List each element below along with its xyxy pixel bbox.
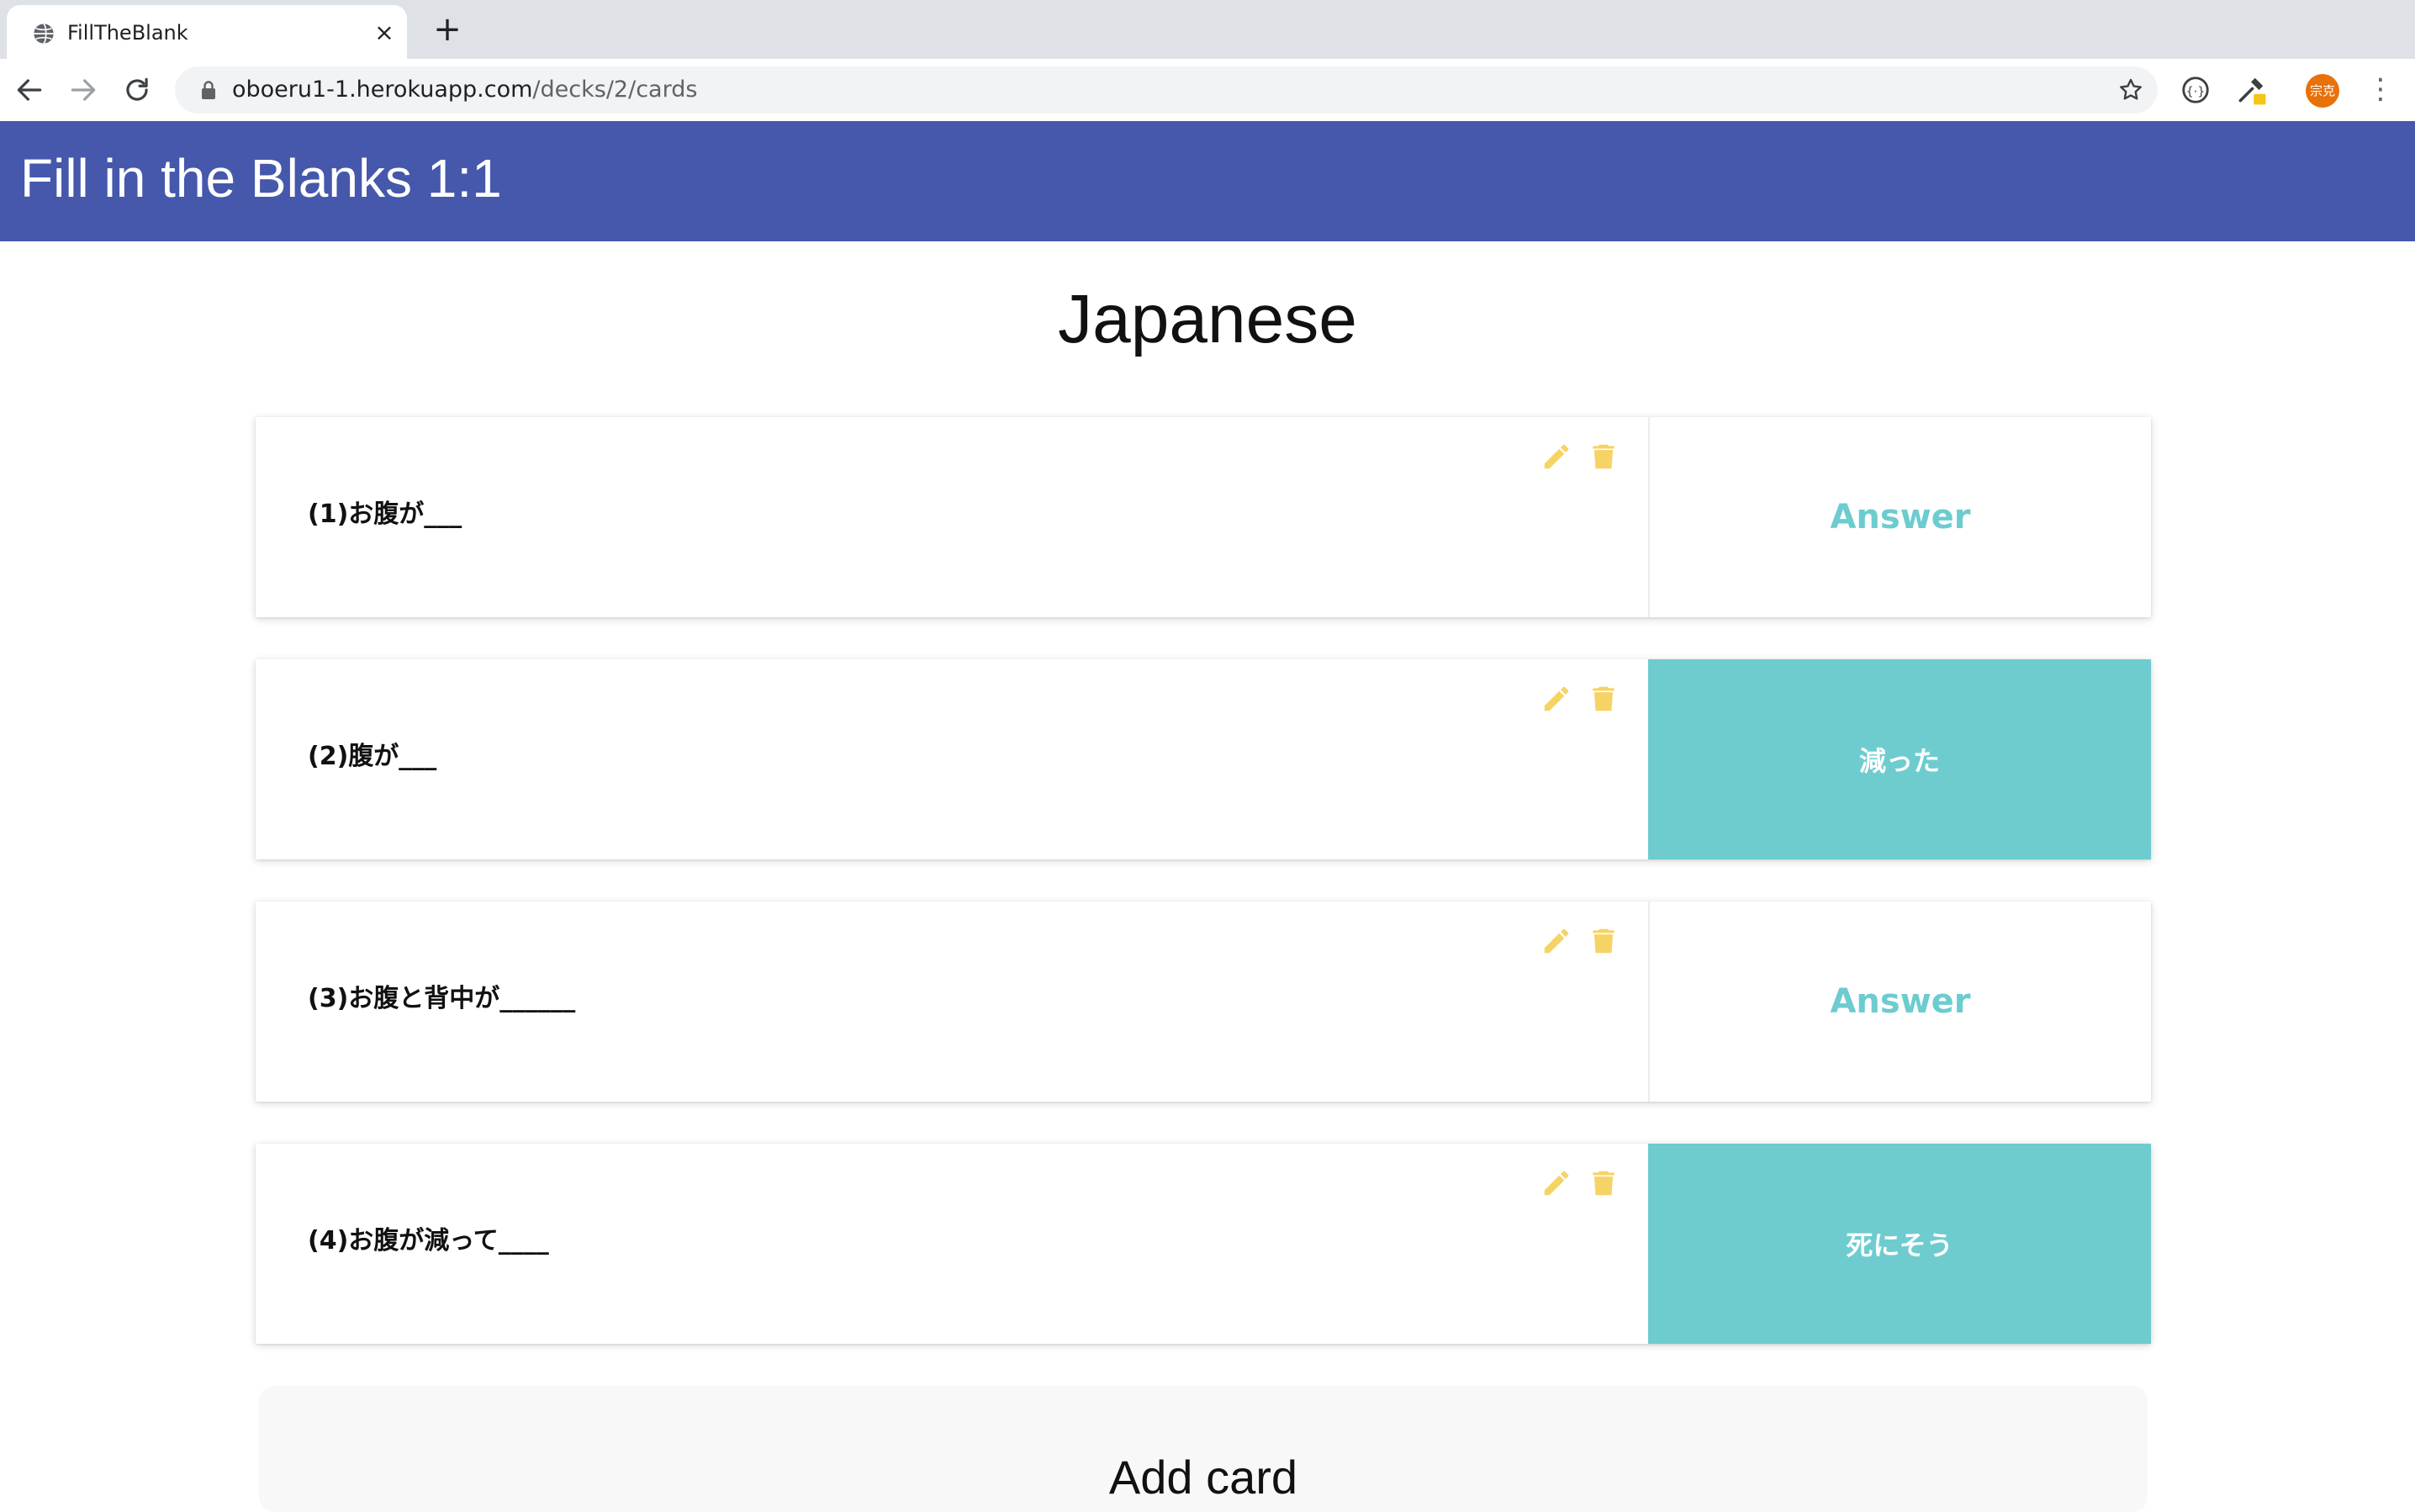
forward-arrow-icon[interactable] [67, 74, 99, 106]
revealed-answer[interactable]: 死にそう [1648, 1144, 2151, 1344]
profile-avatar[interactable]: 宗克 [2306, 74, 2339, 108]
card: (3)お腹と背中が______ Answer [256, 901, 2151, 1102]
url-text: oboeru1-1.herokuapp.com/decks/2/cards [232, 77, 697, 103]
answer-button[interactable]: Answer [1648, 417, 2151, 617]
card-question: (3)お腹と背中が______ [308, 984, 576, 1013]
pencil-icon[interactable] [1540, 441, 1572, 473]
url-path: /decks/2/cards [532, 77, 698, 103]
app-title[interactable]: Fill in the Blanks 1:1 [20, 145, 502, 212]
trash-icon[interactable] [1588, 1167, 1620, 1199]
browser-menu-icon[interactable]: ⋮ [2366, 72, 2395, 108]
tab-title: FillTheBlank [67, 21, 188, 45]
card: (2)腹が___ 減った [256, 659, 2151, 859]
deck-title: Japanese [1058, 281, 1357, 357]
trash-icon[interactable] [1588, 683, 1620, 715]
browser-tabstrip: FillTheBlank × + [0, 0, 2415, 59]
app-header: Fill in the Blanks 1:1 [0, 121, 2415, 241]
answer-button[interactable]: Answer [1648, 901, 2151, 1102]
card: (1)お腹が___ Answer [256, 417, 2151, 617]
trash-icon[interactable] [1588, 441, 1620, 473]
svg-text:{·}: {·} [2186, 85, 2206, 98]
globe-icon [34, 23, 54, 45]
new-tab-button[interactable]: + [431, 13, 464, 46]
pencil-icon[interactable] [1540, 1167, 1572, 1199]
lock-icon [202, 81, 215, 99]
card: (4)お腹が減って____ 死にそう [256, 1144, 2151, 1344]
tab-close-icon[interactable]: × [372, 20, 397, 45]
trash-icon[interactable] [1588, 925, 1620, 957]
pencil-icon[interactable] [1540, 683, 1572, 715]
back-arrow-icon[interactable] [13, 74, 45, 106]
add-card-button[interactable]: Add card [259, 1386, 2148, 1512]
card-question: (1)お腹が___ [308, 500, 462, 529]
browser-toolbar: oboeru1-1.herokuapp.com/decks/2/cards {·… [0, 59, 2415, 122]
bookmark-star-icon[interactable] [2117, 77, 2144, 103]
url-host: oboeru1-1.herokuapp.com [232, 77, 533, 103]
pencil-icon[interactable] [1540, 925, 1572, 957]
revealed-answer[interactable]: 減った [1648, 659, 2151, 859]
extension-icon[interactable]: {·} [2180, 74, 2212, 106]
card-question: (4)お腹が減って____ [308, 1226, 549, 1256]
card-question: (2)腹が___ [308, 742, 437, 771]
browser-tab[interactable]: FillTheBlank × [7, 5, 407, 59]
reload-icon[interactable] [121, 74, 153, 106]
eyedropper-icon[interactable] [2235, 74, 2267, 106]
address-bar[interactable]: oboeru1-1.herokuapp.com/decks/2/cards [175, 66, 2158, 114]
